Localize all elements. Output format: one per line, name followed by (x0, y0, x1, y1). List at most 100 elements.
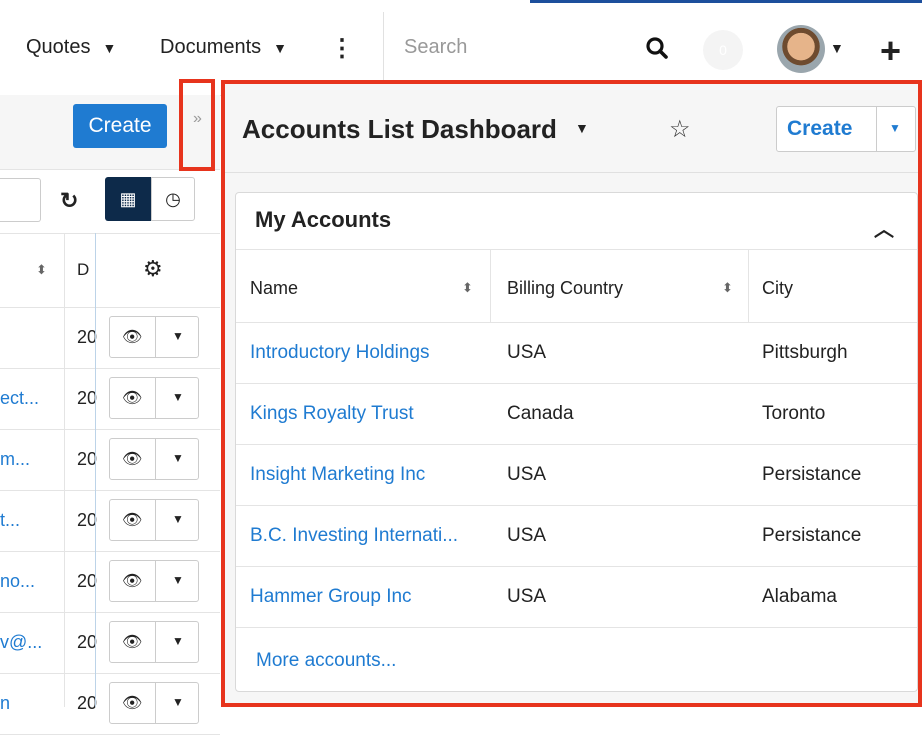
dashboard-pane: Accounts List Dashboard ▼ ☆ Create ▼ My … (221, 80, 922, 707)
table-row: Introductory Holdings USA Pittsburgh (236, 322, 917, 384)
create-label[interactable]: Create (787, 117, 852, 141)
row-name[interactable]: no... (0, 571, 35, 592)
eye-icon[interactable]: 👁 (122, 327, 142, 347)
more-accounts-link[interactable]: More accounts... (256, 650, 396, 672)
dashboard-title[interactable]: Accounts List Dashboard (242, 114, 557, 145)
table-row: no... 20 👁 ▼ (0, 551, 220, 613)
account-name-link[interactable]: Introductory Holdings (250, 342, 430, 364)
billing-country: USA (507, 525, 547, 546)
row-name[interactable]: ect... (0, 388, 39, 409)
link-underline (530, 0, 922, 3)
caret-down-icon[interactable]: ▼ (172, 512, 184, 526)
dashboard-create-button[interactable]: Create ▼ (776, 106, 916, 152)
eye-icon[interactable]: 👁 (122, 388, 142, 408)
row-actions: 👁 ▼ (109, 316, 199, 358)
table-row: B.C. Investing Internati... USA Persista… (236, 505, 917, 567)
row-actions: 👁 ▼ (109, 621, 199, 663)
search-icon[interactable] (645, 36, 669, 60)
column-header-city[interactable]: City (762, 278, 793, 299)
sort-icon[interactable]: ⬍ (462, 280, 473, 296)
table-row: Hammer Group Inc USA Alabama (236, 566, 917, 628)
nav-item-label: Quotes (26, 36, 91, 58)
notification-badge[interactable]: 0 (703, 30, 743, 70)
column-divider (95, 233, 96, 707)
city: Persistance (762, 464, 862, 485)
city: Toronto (762, 403, 826, 424)
account-name-link[interactable]: Insight Marketing Inc (250, 464, 425, 486)
billing-country: Canada (507, 403, 574, 424)
column-header[interactable]: D (77, 260, 89, 280)
create-button[interactable]: Create (73, 104, 167, 148)
caret-down-icon: ▼ (273, 39, 288, 56)
account-name-link[interactable]: Hammer Group Inc (250, 586, 412, 608)
nav-item-documents[interactable]: Documents ▼ (160, 36, 287, 59)
dashlet-my-accounts: My Accounts ︿ Name ⬍ Billing Country ⬍ C… (235, 192, 918, 692)
filter-row: ↻ ▦ ◷ (0, 177, 220, 227)
table-row: v@... 20 👁 ▼ (0, 612, 220, 674)
table-row: t... 20 👁 ▼ (0, 490, 220, 552)
column-divider (64, 233, 65, 707)
nav-item-label: Documents (160, 36, 262, 58)
table-row: Kings Royalty Trust Canada Toronto (236, 383, 917, 445)
row-actions: 👁 ▼ (109, 499, 199, 541)
caret-down-icon[interactable]: ▼ (830, 40, 844, 56)
caret-down-icon[interactable]: ▼ (172, 329, 184, 343)
caret-down-icon[interactable]: ▼ (172, 573, 184, 587)
list-view-pane: Create ↻ ▦ ◷ ⬍ D ⚙ 20 👁 ▼ ect... 20 👁 ▼ … (0, 95, 220, 735)
city: Persistance (762, 525, 862, 546)
divider (225, 172, 918, 173)
plus-icon[interactable]: + (880, 30, 901, 72)
billing-country: USA (507, 586, 547, 607)
eye-icon[interactable]: 👁 (122, 571, 142, 591)
row-name[interactable]: t... (0, 510, 20, 531)
eye-icon[interactable]: 👁 (122, 632, 142, 652)
account-name-link[interactable]: Kings Royalty Trust (250, 403, 414, 425)
table-header: ⬍ D ⚙ (0, 233, 220, 308)
row-name[interactable]: m... (0, 449, 30, 470)
row-actions: 👁 ▼ (109, 438, 199, 480)
eye-icon[interactable]: 👁 (122, 693, 142, 713)
avatar[interactable] (777, 25, 825, 73)
sort-icon[interactable]: ⬍ (722, 280, 733, 296)
row-name[interactable]: v@... (0, 632, 42, 653)
table-row: n 20 👁 ▼ (0, 673, 220, 735)
city: Pittsburgh (762, 342, 848, 363)
caret-down-icon[interactable]: ▼ (575, 120, 589, 136)
billing-country: USA (507, 464, 547, 485)
row-actions: 👁 ▼ (109, 560, 199, 602)
sort-icon[interactable]: ⬍ (36, 262, 47, 278)
table-row: ect... 20 👁 ▼ (0, 368, 220, 430)
caret-down-icon[interactable]: ▼ (172, 451, 184, 465)
row-actions: 👁 ▼ (109, 377, 199, 419)
clock-icon[interactable]: ◷ (151, 177, 195, 221)
divider (383, 12, 384, 84)
table-row: m... 20 👁 ▼ (0, 429, 220, 491)
caret-down-icon: ▼ (102, 39, 117, 56)
grid-icon[interactable]: ▦ (105, 177, 151, 221)
highlight-box (179, 79, 215, 171)
caret-down-icon[interactable]: ▼ (889, 121, 901, 135)
more-vertical-icon[interactable]: ⋮ (330, 34, 354, 63)
star-icon[interactable]: ☆ (669, 115, 691, 144)
caret-down-icon[interactable]: ▼ (172, 634, 184, 648)
eye-icon[interactable]: 👁 (122, 449, 142, 469)
caret-down-icon[interactable]: ▼ (172, 390, 184, 404)
chevron-up-icon[interactable]: ︿ (874, 213, 894, 242)
filter-input[interactable] (0, 178, 41, 222)
table-row: 20 👁 ▼ (0, 307, 220, 369)
gear-icon[interactable]: ⚙ (143, 256, 163, 282)
nav-item-quotes[interactable]: Quotes ▼ (26, 36, 116, 59)
refresh-icon[interactable]: ↻ (60, 188, 78, 214)
search-input[interactable]: Search (404, 36, 684, 62)
dashlet-title: My Accounts (255, 207, 392, 232)
column-header-billing-country[interactable]: Billing Country (507, 278, 623, 299)
billing-country: USA (507, 342, 547, 363)
table-header: Name ⬍ Billing Country ⬍ City (236, 249, 917, 323)
table-row: Insight Marketing Inc USA Persistance (236, 444, 917, 506)
eye-icon[interactable]: 👁 (122, 510, 142, 530)
row-actions: 👁 ▼ (109, 682, 199, 724)
city: Alabama (762, 586, 837, 607)
column-header-name[interactable]: Name (250, 278, 298, 299)
row-name[interactable]: n (0, 693, 10, 714)
account-name-link[interactable]: B.C. Investing Internati... (250, 525, 458, 547)
